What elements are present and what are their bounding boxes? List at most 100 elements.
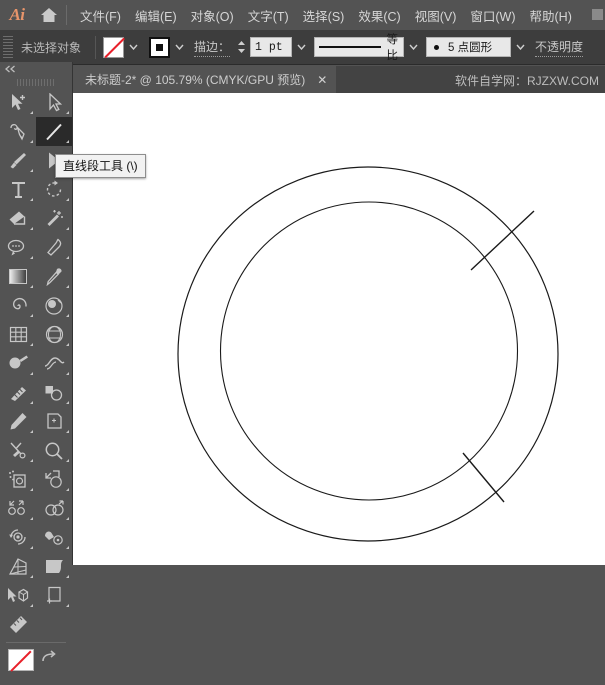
menu-item-object[interactable]: 对象(O) (184, 2, 241, 29)
window-controls[interactable] (592, 9, 603, 20)
menu-item-type[interactable]: 文字(T) (241, 2, 296, 29)
selection-status: 未选择对象 (21, 40, 82, 55)
tool-mesh[interactable] (36, 320, 72, 349)
menu-item-edit[interactable]: 编辑(E) (128, 2, 184, 29)
inner-circle-path[interactable] (219, 201, 519, 501)
tool-group-indicator-icon (30, 169, 33, 172)
home-icon[interactable] (34, 7, 64, 23)
profile-preview-icon (318, 46, 381, 48)
menu-item-effect[interactable]: 效果(C) (351, 2, 407, 29)
tool-pencil[interactable] (36, 233, 72, 262)
fill-color-swatch[interactable] (8, 649, 34, 671)
tool-group-indicator-icon (66, 517, 69, 520)
tool-group-indicator-icon (30, 256, 33, 259)
stroke-profile-label: 等比 (386, 34, 399, 62)
menu-divider (66, 5, 67, 25)
stroke-weight-label: 描边： (194, 38, 231, 57)
tools-panel-grip[interactable] (0, 76, 72, 88)
stroke-weight-caret-icon[interactable] (293, 37, 310, 58)
tools-panel-divider (6, 642, 66, 643)
separator (95, 35, 97, 59)
tool-reshape[interactable] (36, 494, 72, 523)
tools-panel-collapse-button[interactable] (0, 62, 72, 76)
tool-group-indicator-icon (66, 198, 69, 201)
menu-items: 文件(F) 编辑(E) 对象(O) 文字(T) 选择(S) 效果(C) 视图(V… (73, 2, 579, 29)
brush-definition-select[interactable]: 5 点圆形 (426, 37, 512, 57)
tool-line-segment[interactable] (36, 117, 72, 146)
illustrator-window: Ai 文件(F) 编辑(E) 对象(O) 文字(T) 选择(S) 效果(C) 视… (0, 0, 605, 671)
document-canvas[interactable] (73, 93, 605, 565)
tool-group-indicator-icon (66, 459, 69, 462)
tool-eyedropper[interactable] (36, 262, 72, 291)
fill-dropdown-caret-icon[interactable] (125, 37, 142, 58)
brush-definition-caret-icon[interactable] (512, 37, 529, 58)
line-segment-lower[interactable] (462, 452, 505, 503)
tool-rotate[interactable] (36, 175, 72, 204)
tool-width[interactable] (36, 349, 72, 378)
tool-group-indicator-icon (30, 488, 33, 491)
tool-blob-brush[interactable] (36, 291, 72, 320)
menu-item-help[interactable]: 帮助(H) (523, 2, 579, 29)
tool-group-indicator-icon (66, 343, 69, 346)
tool-measure[interactable] (0, 610, 36, 639)
tool-group-indicator-icon (30, 546, 33, 549)
stroke-swatch[interactable] (149, 36, 171, 58)
tool-pencil-draw[interactable] (0, 407, 36, 436)
tool-symbol-sprayer[interactable] (0, 465, 36, 494)
tool-scale[interactable] (0, 494, 36, 523)
tool-eraser[interactable] (0, 204, 36, 233)
watermark-text: 软件自学网：RJZXW.COM (455, 74, 599, 88)
tool-group-indicator-icon (66, 401, 69, 404)
tool-spiral[interactable] (0, 291, 36, 320)
tool-puppet-warp[interactable] (36, 523, 72, 552)
fill-stroke-controls (0, 647, 72, 685)
tool-perspective-grid[interactable] (0, 552, 36, 581)
tool-gradient[interactable] (0, 262, 36, 291)
tool-curvature[interactable] (0, 349, 36, 378)
tool-zoom[interactable] (36, 436, 72, 465)
tool-paintbrush[interactable] (0, 146, 36, 175)
tool-artboard[interactable] (36, 407, 72, 436)
tool-group-indicator-icon (30, 227, 33, 230)
menu-item-view[interactable]: 视图(V) (408, 2, 464, 29)
control-bar-grip[interactable] (3, 36, 13, 58)
tool-group-indicator-icon (30, 198, 33, 201)
tool-group-indicator-icon (66, 314, 69, 317)
tool-slice[interactable] (36, 581, 72, 610)
tool-direct-selection[interactable] (36, 88, 72, 117)
tool-free-transform[interactable] (36, 465, 72, 494)
tool-selection[interactable] (0, 88, 36, 117)
tool-scissors[interactable] (0, 436, 36, 465)
stroke-profile-select[interactable]: 等比 (314, 34, 405, 62)
tool-flag-warp[interactable] (36, 552, 72, 581)
tool-wrinkle[interactable] (0, 378, 36, 407)
swap-fill-stroke-icon[interactable] (40, 650, 56, 670)
tool-group-indicator-icon (66, 430, 69, 433)
control-bar: 未选择对象 描边： 1 pt 等比 5 点圆形 不透明度 (0, 30, 605, 65)
tool-group-indicator-icon (66, 575, 69, 578)
stroke-weight-input[interactable]: 1 pt (250, 37, 293, 57)
menu-item-select[interactable]: 选择(S) (296, 2, 352, 29)
fill-swatch[interactable] (103, 36, 125, 58)
menu-item-file[interactable]: 文件(F) (73, 2, 128, 29)
stroke-dropdown-caret-icon[interactable] (171, 37, 188, 58)
menu-item-window[interactable]: 窗口(W) (463, 2, 522, 29)
tool-pen[interactable] (0, 117, 36, 146)
tool-magic-wand[interactable] (36, 204, 72, 233)
outer-circle-path[interactable] (177, 166, 559, 542)
tool-perspective-selection[interactable] (0, 581, 36, 610)
tool-rectangular-grid[interactable] (0, 320, 36, 349)
stroke-swatch-inner (156, 43, 164, 51)
tool-type[interactable] (0, 175, 36, 204)
tool-group-indicator-icon (30, 314, 33, 317)
line-segment-upper[interactable] (470, 210, 535, 271)
stroke-profile-caret-icon[interactable] (405, 37, 422, 58)
tool-group-indicator-icon (66, 546, 69, 549)
tool-rotate-twist[interactable] (0, 523, 36, 552)
tool-shape-modes[interactable] (36, 378, 72, 407)
tool-lasso[interactable] (0, 233, 36, 262)
brush-preview-icon (434, 44, 440, 50)
close-icon[interactable]: ✕ (317, 74, 327, 86)
stroke-weight-stepper[interactable] (236, 40, 247, 54)
document-tab[interactable]: 未标题-2* @ 105.79% (CMYK/GPU 预览) ✕ (73, 66, 337, 93)
